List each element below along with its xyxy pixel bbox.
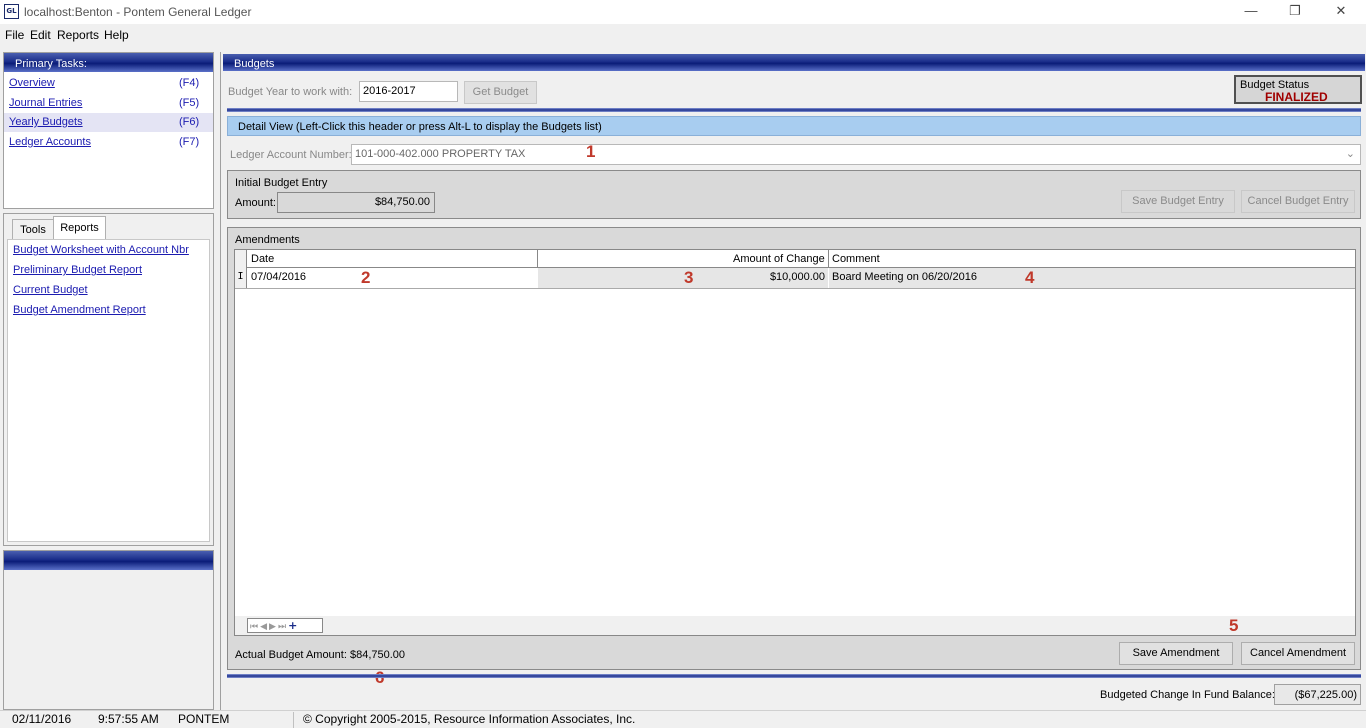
status-divider [293, 712, 294, 728]
tools-reports-panel: Tools Reports Budget Worksheet with Acco… [3, 213, 214, 546]
actual-budget-amount: Actual Budget Amount: $84,750.00 [235, 649, 406, 661]
annotation-4: 4 [1025, 268, 1035, 287]
budget-status-value: FINALIZED [1265, 90, 1328, 104]
row-indicator: I [235, 268, 247, 288]
amendments-group: Amendments Date Amount of Change Comment… [227, 227, 1361, 687]
annotation-3: 3 [684, 268, 694, 287]
budgets-header: Budgets [223, 54, 1365, 71]
report-budget-worksheet[interactable]: Budget Worksheet with Account Nbr [13, 244, 189, 256]
fund-balance-field: ($67,225.00) [1274, 684, 1361, 705]
annotation-1: 1 [586, 142, 596, 161]
row-indicator-header [235, 250, 247, 268]
fund-balance-label: Budgeted Change In Fund Balance: [1100, 689, 1275, 701]
amendments-footer: Actual Budget Amount: $84,750.00 Save Am… [227, 637, 1361, 670]
chevron-down-icon[interactable]: ⌄ [1346, 147, 1355, 160]
ledger-account-select[interactable]: 101-000-402.000 PROPERTY TAX ⌄ [351, 144, 1361, 165]
title-bar: GL localhost:Benton - Pontem General Led… [0, 0, 1366, 24]
app-icon: GL [4, 4, 19, 19]
task-ledger-accounts[interactable]: Ledger Accounts (F7) [4, 133, 213, 153]
task-overview[interactable]: Overview (F4) [4, 74, 213, 94]
report-budget-amendment[interactable]: Budget Amendment Report [13, 304, 146, 316]
minimize-icon[interactable]: — [1228, 0, 1274, 24]
status-user: PONTEM [178, 712, 230, 726]
amendments-grid: Date Amount of Change Comment I 07/04/20… [234, 249, 1356, 636]
ledger-account-value: 101-000-402.000 PROPERTY TAX [355, 148, 526, 160]
primary-tasks-panel: Primary Tasks: Overview (F4) Journal Ent… [3, 52, 214, 209]
menu-bar: File Edit Reports Help [0, 24, 1366, 46]
last-record-icon[interactable]: ⏭ [278, 622, 288, 632]
task-yearly-budgets[interactable]: Yearly Budgets (F6) [4, 113, 213, 132]
first-record-icon[interactable]: ⏮ [250, 622, 260, 632]
divider [227, 674, 1361, 678]
reports-list: Budget Worksheet with Account Nbr Prelim… [7, 239, 210, 542]
tab-tools[interactable]: Tools [12, 219, 54, 240]
divider [227, 108, 1361, 112]
primary-tasks-header: Primary Tasks: [4, 53, 213, 72]
amendments-title: Amendments [235, 234, 300, 246]
status-date: 02/11/2016 [12, 712, 72, 726]
task-label[interactable]: Yearly Budgets [9, 116, 83, 128]
task-shortcut: (F7) [179, 136, 200, 148]
grid-footer: ⏮◀▶⏭+ [235, 616, 1355, 635]
amount-label: Amount: [235, 197, 276, 209]
detail-view-header[interactable]: Detail View (Left-Click this header or p… [227, 116, 1361, 136]
close-icon[interactable]: ✕ [1318, 0, 1364, 24]
cancel-budget-entry-button[interactable]: Cancel Budget Entry [1241, 190, 1355, 213]
budget-status-box: Budget Status FINALIZED [1234, 75, 1362, 104]
grid-header: Date Amount of Change Comment [235, 250, 1355, 268]
window-title: localhost:Benton - Pontem General Ledger [24, 5, 252, 19]
annotation-6: 6 [375, 668, 384, 688]
task-label[interactable]: Ledger Accounts [9, 136, 91, 148]
initial-amount-field[interactable]: $84,750.00 [277, 192, 435, 213]
col-divider [537, 250, 538, 268]
task-journal-entries[interactable]: Journal Entries (F5) [4, 94, 213, 114]
menu-help[interactable]: Help [104, 28, 129, 42]
save-budget-entry-button[interactable]: Save Budget Entry [1121, 190, 1235, 213]
cell-date[interactable]: 07/04/2016 [248, 268, 537, 288]
ledger-account-label: Ledger Account Number: [230, 149, 352, 161]
task-shortcut: (F4) [179, 77, 200, 89]
status-time: 9:57:55 AM [98, 712, 159, 726]
task-label[interactable]: Overview [9, 77, 55, 89]
save-amendment-button[interactable]: Save Amendment [1119, 642, 1233, 665]
report-current-budget[interactable]: Current Budget [13, 284, 88, 296]
next-record-icon[interactable]: ▶ [269, 622, 278, 632]
cancel-amendment-button[interactable]: Cancel Amendment [1241, 642, 1355, 665]
get-budget-button[interactable]: Get Budget [464, 81, 537, 104]
report-preliminary-budget[interactable]: Preliminary Budget Report [13, 264, 142, 276]
menu-edit[interactable]: Edit [30, 28, 51, 42]
add-record-icon[interactable]: + [288, 619, 299, 632]
initial-budget-title: Initial Budget Entry [235, 177, 328, 189]
menu-reports[interactable]: Reports [57, 28, 99, 42]
tab-reports[interactable]: Reports [53, 216, 106, 240]
prev-record-icon[interactable]: ◀ [260, 622, 269, 632]
task-shortcut: (F6) [179, 116, 200, 128]
restore-icon[interactable]: ❐ [1272, 0, 1318, 24]
menu-file[interactable]: File [5, 28, 24, 42]
task-label[interactable]: Journal Entries [9, 97, 82, 109]
table-row[interactable]: I 07/04/2016 $10,000.00 Board Meeting on… [235, 268, 1355, 289]
budget-year-input[interactable]: 2016-2017 [359, 81, 458, 102]
col-divider [828, 250, 829, 268]
lower-side-header [4, 551, 213, 570]
budgets-main: Budgets Budget Year to work with: 2016-2… [220, 52, 1366, 710]
col-date[interactable]: Date [251, 253, 274, 265]
budget-year-label: Budget Year to work with: [228, 86, 353, 98]
cell-comment[interactable]: Board Meeting on 06/20/2016 [829, 268, 1355, 288]
col-amount[interactable]: Amount of Change [733, 253, 825, 265]
status-copyright: © Copyright 2005-2015, Resource Informat… [303, 712, 636, 726]
lower-side-panel [3, 550, 214, 710]
initial-budget-group: Initial Budget Entry Amount: $84,750.00 … [227, 170, 1361, 219]
col-comment[interactable]: Comment [832, 253, 880, 265]
record-navigator: ⏮◀▶⏭+ [247, 618, 323, 633]
annotation-5: 5 [1229, 616, 1239, 635]
cell-amount[interactable]: $10,000.00 [538, 268, 828, 288]
annotation-2: 2 [361, 268, 371, 287]
task-shortcut: (F5) [179, 97, 200, 109]
